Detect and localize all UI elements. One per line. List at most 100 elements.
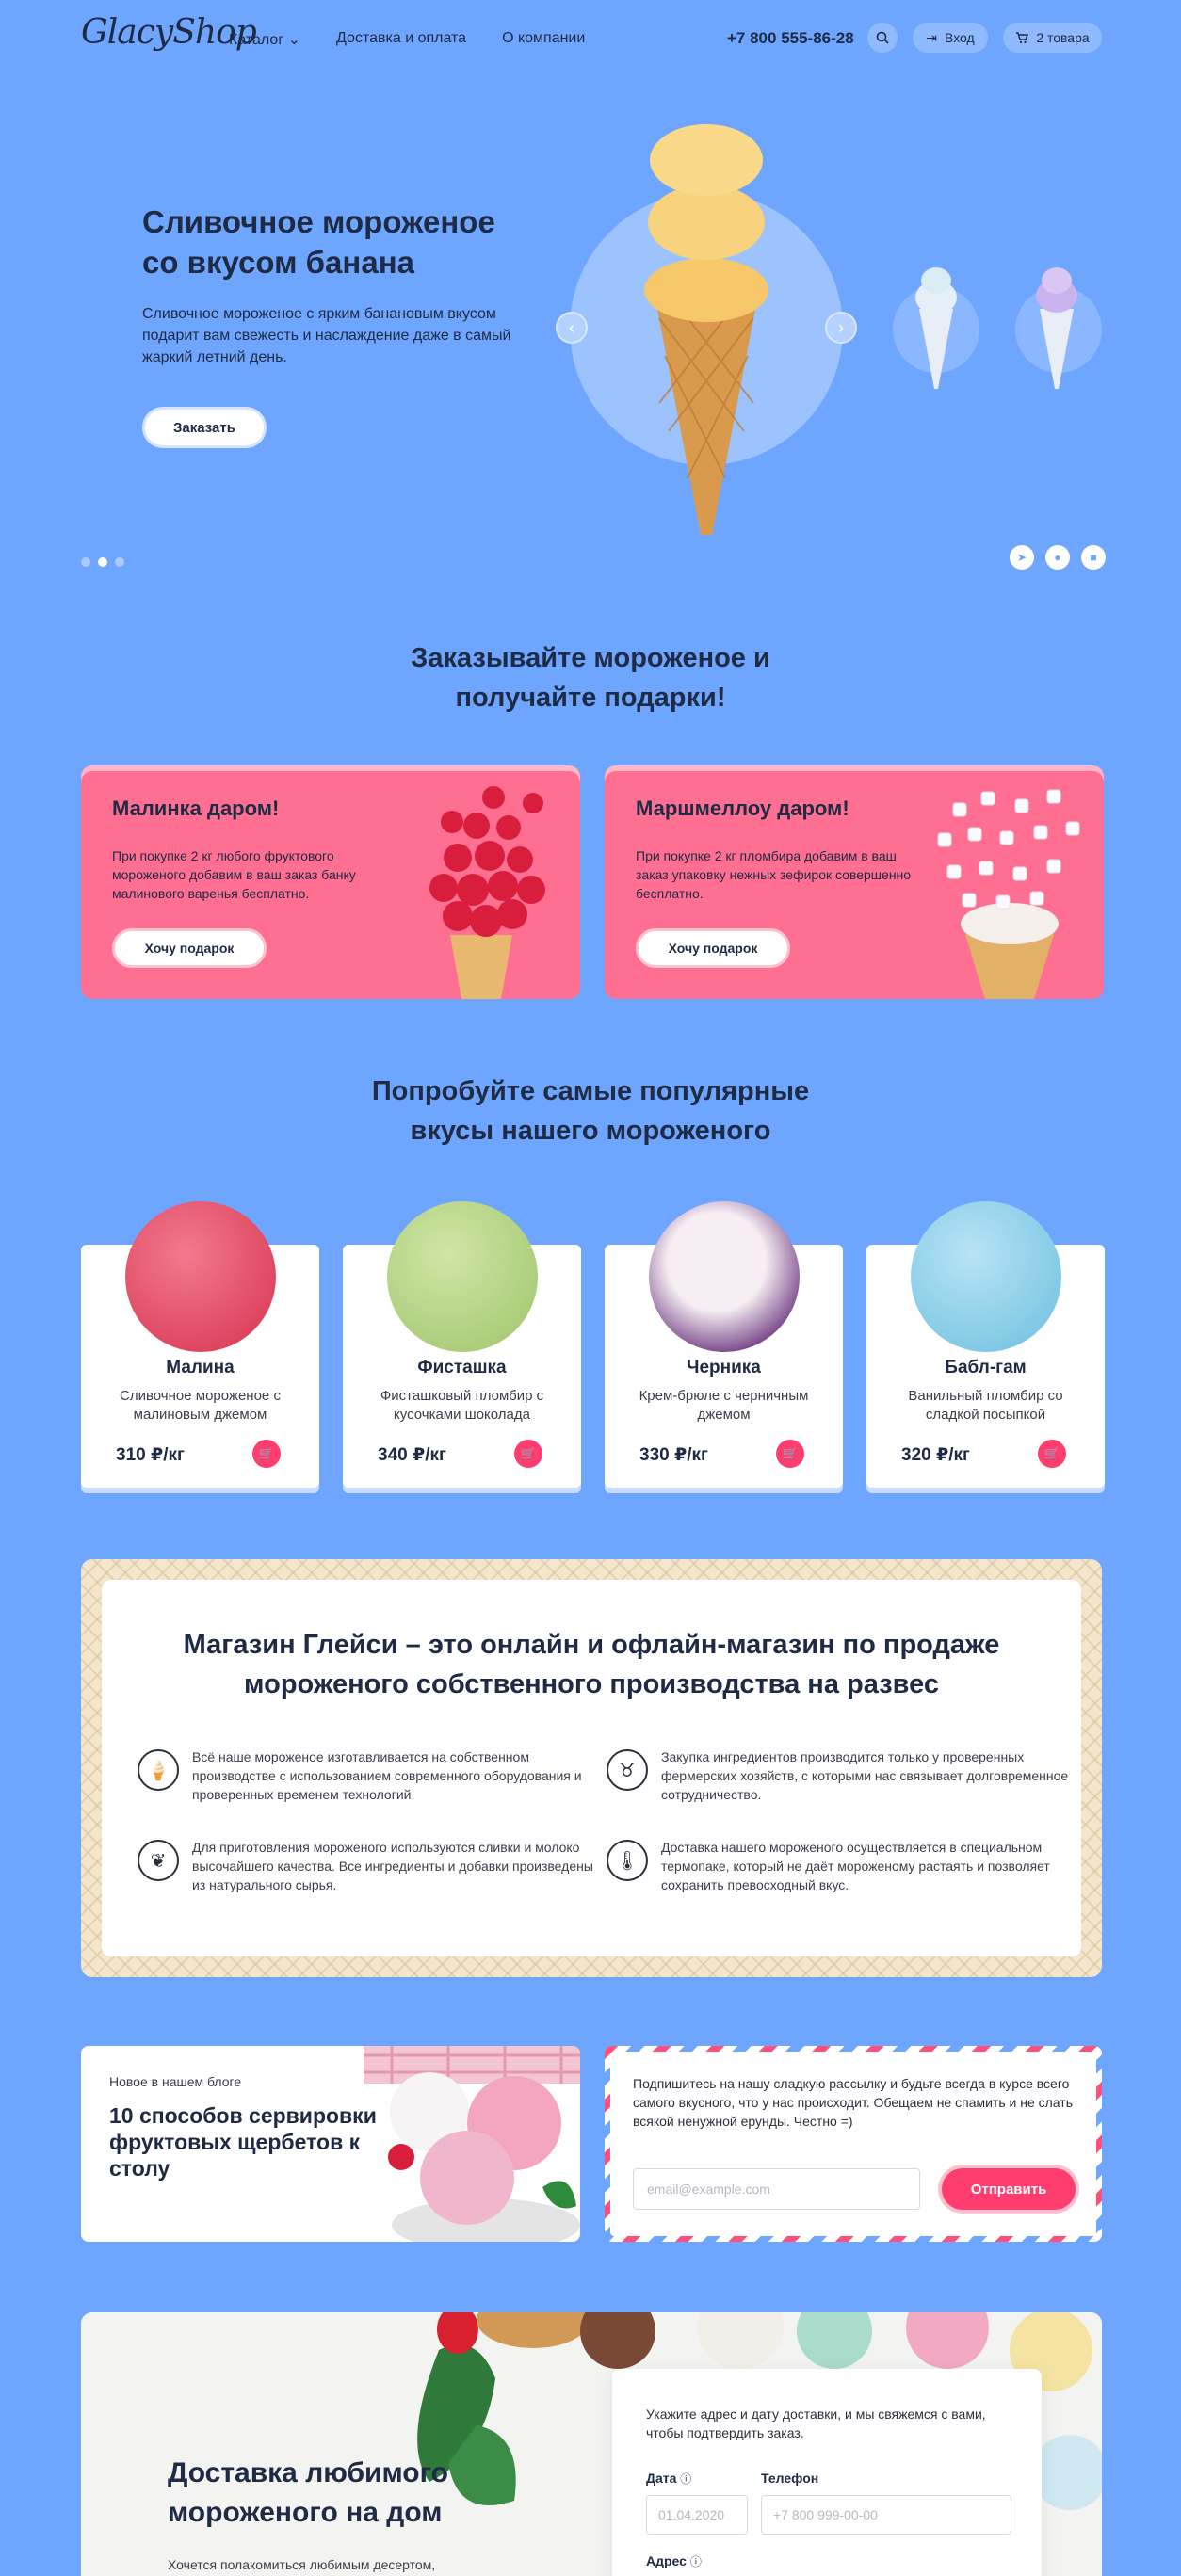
delivery-form: Укажите адрес и дату доставки, и мы свяж… bbox=[612, 2369, 1042, 2576]
flavor-scoop-image bbox=[386, 1201, 538, 1352]
flavor-card-bubblegum[interactable]: Бабл-гам Ванильный пломбир со сладкой по… bbox=[866, 1201, 1105, 1488]
blog-card[interactable]: Новое в нашем блоге 10 способов сервиров… bbox=[81, 2046, 580, 2242]
raspberry-cone-image bbox=[429, 786, 545, 999]
add-to-cart-button[interactable]: 🛒 bbox=[776, 1440, 804, 1468]
about-feature-1: Всё наше мороженое изготавливается на со… bbox=[192, 1749, 582, 1802]
gift-description: При покупке 2 кг пломбира добавим в ваш … bbox=[636, 848, 912, 901]
social-links: ➤ ● ■ bbox=[1010, 545, 1106, 570]
carousel-next-button[interactable]: › bbox=[825, 312, 857, 344]
chevron-right-icon: › bbox=[838, 317, 844, 337]
phone-field[interactable] bbox=[761, 2495, 1011, 2535]
about-title-text: Магазин Глейси – это онлайн и офлайн-маг… bbox=[183, 1630, 1000, 1699]
login-icon: ⇥ bbox=[926, 29, 938, 45]
cart-icon bbox=[1016, 32, 1029, 44]
chevron-down-icon: ⌄ bbox=[287, 32, 301, 48]
carousel-dot-1[interactable] bbox=[81, 557, 90, 567]
cart-button[interactable]: 2 товара bbox=[1003, 23, 1102, 53]
email-input[interactable] bbox=[633, 2168, 920, 2210]
delivery-section: Доставка любимого мороженого на дом Хоче… bbox=[81, 2312, 1102, 2576]
ice-cream-icon: 🍦 bbox=[138, 1749, 179, 1791]
cart-label: 2 товара bbox=[1036, 30, 1090, 45]
flavors-section-title: Попробуйте самые популярные вкусы нашего… bbox=[0, 1071, 1181, 1151]
thermometer-icon: 🌡 bbox=[607, 1840, 648, 1881]
address-label: Адрес ⓘ bbox=[646, 2553, 702, 2569]
flavor-name: Бабл-гам bbox=[945, 1358, 1027, 1377]
gift-button[interactable]: Хочу подарок bbox=[636, 928, 790, 968]
flavor-description: Крем-брюле с черничным джемом bbox=[605, 1387, 843, 1425]
blog-title[interactable]: 10 способов сервировки фруктовых щербето… bbox=[109, 2102, 392, 2182]
login-label: Вход bbox=[945, 30, 975, 45]
add-to-cart-button[interactable]: 🛒 bbox=[514, 1440, 542, 1468]
marshmallow-cone-image bbox=[937, 789, 1080, 999]
flavor-scoop-image bbox=[648, 1201, 800, 1352]
flavor-scoop-image bbox=[124, 1201, 276, 1352]
carousel-prev-button[interactable]: ‹ bbox=[556, 312, 588, 344]
about-feature-4: Доставка нашего мороженого осуществляетс… bbox=[661, 1840, 1050, 1892]
telegram-icon[interactable]: ➤ bbox=[1010, 545, 1034, 570]
flavor-description: Сливочное мороженое с малиновым джемом bbox=[81, 1387, 319, 1425]
flavor-price: 320 ₽/кг bbox=[901, 1445, 970, 1465]
search-icon bbox=[876, 31, 889, 44]
sorbet-bowl-image bbox=[364, 2046, 580, 2242]
search-button[interactable] bbox=[867, 23, 898, 53]
site-header: GlacyShop Каталог ⌄ Доставка и оплата О … bbox=[0, 0, 1181, 79]
gifts-title-text: Заказывайте мороженое и получайте подарк… bbox=[411, 643, 770, 713]
gift-card-marshmallow: Маршмеллоу даром! При покупке 2 кг пломб… bbox=[605, 765, 1104, 999]
date-field[interactable] bbox=[646, 2495, 748, 2535]
login-button[interactable]: ⇥ Вход bbox=[913, 23, 988, 53]
newsletter-text: Подпишитесь на нашу сладкую рассылку и б… bbox=[633, 2076, 1073, 2129]
nav-catalog-label: Каталог bbox=[229, 32, 284, 48]
flavors-title-text: Попробуйте самые популярные вкусы нашего… bbox=[371, 1076, 810, 1146]
flavor-description: Ванильный пломбир со сладкой посыпкой bbox=[866, 1387, 1105, 1425]
info-icon: ⓘ bbox=[680, 2472, 692, 2486]
chevron-left-icon: ‹ bbox=[569, 317, 574, 337]
flavor-card-raspberry[interactable]: Малина Сливочное мороженое с малиновым д… bbox=[81, 1201, 319, 1488]
cart-icon: 🛒 bbox=[782, 1446, 799, 1460]
youtube-icon[interactable]: ■ bbox=[1081, 545, 1106, 570]
flavor-description-text: Ванильный пломбир со сладкой посыпкой bbox=[908, 1388, 1063, 1423]
flavor-price: 340 ₽/кг bbox=[378, 1445, 446, 1465]
add-to-cart-button[interactable]: 🛒 bbox=[1038, 1440, 1066, 1468]
phone-label: Телефон bbox=[761, 2471, 819, 2486]
gift-card-raspberry: Малинка даром! При покупке 2 кг любого ф… bbox=[81, 765, 580, 999]
about-section: Магазин Глейси – это онлайн и офлайн-маг… bbox=[81, 1559, 1102, 1977]
carousel-dot-2[interactable] bbox=[98, 557, 107, 567]
date-label: Дата ⓘ bbox=[646, 2471, 691, 2487]
thumb-ice-cream-1[interactable] bbox=[908, 262, 964, 394]
newsletter-card: Подпишитесь на нашу сладкую рассылку и б… bbox=[605, 2046, 1102, 2242]
flavor-scoop-image bbox=[910, 1201, 1061, 1352]
about-feature-2: Закупка ингредиентов производится только… bbox=[661, 1749, 1069, 1802]
nav-catalog[interactable]: Каталог ⌄ bbox=[229, 30, 300, 49]
blog-tag: Новое в нашем блоге bbox=[109, 2074, 242, 2089]
phone-link[interactable]: +7 800 555-86-28 bbox=[727, 29, 854, 48]
gift-button[interactable]: Хочу подарок bbox=[112, 928, 267, 968]
hero-title: Сливочное мороженое со вкусом банана bbox=[142, 204, 495, 280]
gift-title: Малинка даром! bbox=[112, 797, 280, 820]
cart-icon: 🛒 bbox=[520, 1446, 537, 1460]
subscribe-button[interactable]: Отправить bbox=[942, 2168, 1076, 2210]
about-title: Магазин Глейси – это онлайн и офлайн-маг… bbox=[102, 1625, 1081, 1704]
order-button[interactable]: Заказать bbox=[142, 407, 267, 448]
about-feature-3: Для приготовления мороженого используютс… bbox=[192, 1840, 593, 1892]
flavor-description-text: Крем-брюле с черничным джемом bbox=[639, 1388, 809, 1423]
gifts-section-title: Заказывайте мороженое и получайте подарк… bbox=[0, 638, 1181, 717]
gift-title: Маршмеллоу даром! bbox=[636, 797, 849, 820]
flavor-card-pistachio[interactable]: Фисташка Фисташковый пломбир с кусочками… bbox=[343, 1201, 581, 1488]
info-icon: ⓘ bbox=[689, 2555, 702, 2568]
flavor-price: 310 ₽/кг bbox=[116, 1445, 185, 1465]
nav-delivery[interactable]: Доставка и оплата bbox=[336, 30, 466, 49]
about-card: Магазин Глейси – это онлайн и офлайн-маг… bbox=[102, 1580, 1081, 1956]
thumb-ice-cream-2[interactable] bbox=[1028, 262, 1085, 394]
vk-icon[interactable]: ● bbox=[1045, 545, 1070, 570]
cart-icon: 🛒 bbox=[1043, 1446, 1060, 1460]
leaf-icon: ❦ bbox=[138, 1840, 179, 1881]
cow-icon: ♉ bbox=[607, 1749, 648, 1791]
carousel-pagination bbox=[81, 557, 124, 567]
add-to-cart-button[interactable]: 🛒 bbox=[252, 1440, 281, 1468]
flavor-price: 330 ₽/кг bbox=[639, 1445, 708, 1465]
flavor-description-text: Фисташковый пломбир с кусочками шоколада bbox=[380, 1388, 544, 1423]
delivery-note: Укажите адрес и дату доставки, и мы свяж… bbox=[646, 2407, 986, 2440]
carousel-dot-3[interactable] bbox=[115, 557, 124, 567]
nav-about[interactable]: О компании bbox=[502, 30, 585, 49]
flavor-card-blueberry[interactable]: Черника Крем-брюле с черничным джемом 33… bbox=[605, 1201, 843, 1488]
